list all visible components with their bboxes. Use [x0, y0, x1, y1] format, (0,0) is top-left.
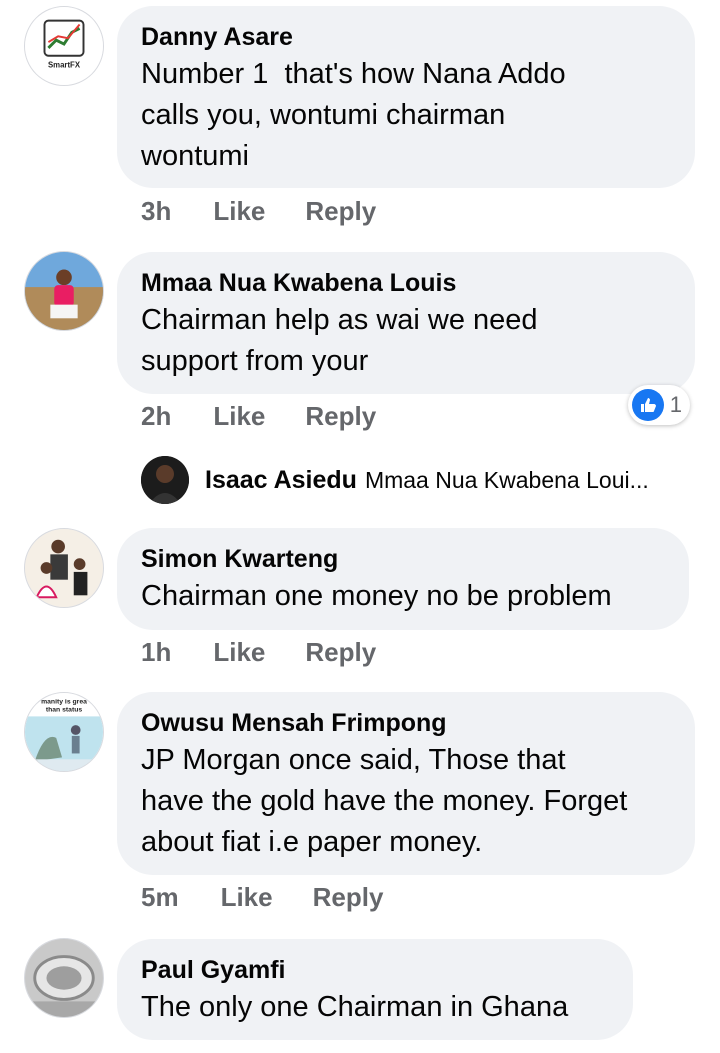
- comment-actions: 2h Like Reply: [141, 401, 376, 432]
- avatar-isaac-asiedu[interactable]: [141, 456, 189, 504]
- comment-bubble: Paul Gyamfi The only one Chairman in Gha…: [117, 939, 633, 1040]
- comment-actions: 1h Like Reply: [141, 637, 376, 668]
- comment-timestamp[interactable]: 5m: [141, 882, 179, 913]
- comment-author[interactable]: Danny Asare: [141, 22, 671, 52]
- comment-author[interactable]: Simon Kwarteng: [141, 544, 665, 574]
- comment-text: Chairman one money no be problem: [141, 580, 612, 612]
- comment-author[interactable]: Mmaa Nua Kwabena Louis: [141, 268, 671, 298]
- comment-text: Chairman help as wai we need support fro…: [141, 304, 538, 377]
- comment-timestamp[interactable]: 2h: [141, 401, 171, 432]
- reaction-count-badge[interactable]: 1: [628, 385, 690, 425]
- avatar-danny-asare[interactable]: SmartFX: [24, 6, 104, 86]
- comment-text: Number 1 that's how Nana Addo calls you,…: [141, 58, 566, 172]
- like-button[interactable]: Like: [213, 401, 265, 432]
- comment-author[interactable]: Paul Gyamfi: [141, 955, 609, 985]
- like-button[interactable]: Like: [213, 637, 265, 668]
- like-button[interactable]: Like: [221, 882, 273, 913]
- avatar-simon-kwarteng[interactable]: [24, 528, 104, 608]
- reply-snippet: Mmaa Nua Kwabena Loui...: [364, 466, 649, 493]
- reply-button[interactable]: Reply: [313, 882, 384, 913]
- reply-button[interactable]: Reply: [305, 401, 376, 432]
- comment-actions: 5m Like Reply: [141, 882, 383, 913]
- comment-timestamp[interactable]: 3h: [141, 196, 171, 227]
- reaction-count: 1: [669, 392, 682, 417]
- reply-button[interactable]: Reply: [305, 196, 376, 227]
- avatar-paul-gyamfi[interactable]: [24, 938, 104, 1018]
- comment-bubble: Owusu Mensah Frimpong JP Morgan once sai…: [117, 692, 695, 875]
- comment-actions: 3h Like Reply: [141, 196, 376, 227]
- comment-bubble: Danny Asare Number 1 that's how Nana Add…: [117, 6, 695, 188]
- thumbs-up-icon: [632, 389, 664, 421]
- svg-text:SmartFX: SmartFX: [48, 60, 81, 69]
- reply-button[interactable]: Reply: [305, 637, 376, 668]
- like-button[interactable]: Like: [213, 196, 265, 227]
- comment-text: JP Morgan once said, Those that have the…: [141, 744, 628, 858]
- comment-timestamp[interactable]: 1h: [141, 637, 171, 668]
- reply-preview[interactable]: Isaac Asiedu Mmaa Nua Kwabena Loui...: [141, 456, 649, 504]
- reply-author[interactable]: Isaac Asiedu: [205, 466, 357, 495]
- svg-text:than status: than status: [46, 707, 83, 714]
- avatar-mmaa-nua[interactable]: [24, 251, 104, 331]
- svg-text:manity is grea: manity is grea: [41, 699, 87, 706]
- comment-bubble: Mmaa Nua Kwabena Louis Chairman help as …: [117, 252, 695, 394]
- comment-bubble: Simon Kwarteng Chairman one money no be …: [117, 528, 689, 630]
- avatar-owusu-mensah[interactable]: manity is grea than status: [24, 692, 104, 772]
- comment-text: The only one Chairman in Ghana: [141, 991, 569, 1023]
- comment-author[interactable]: Owusu Mensah Frimpong: [141, 708, 671, 738]
